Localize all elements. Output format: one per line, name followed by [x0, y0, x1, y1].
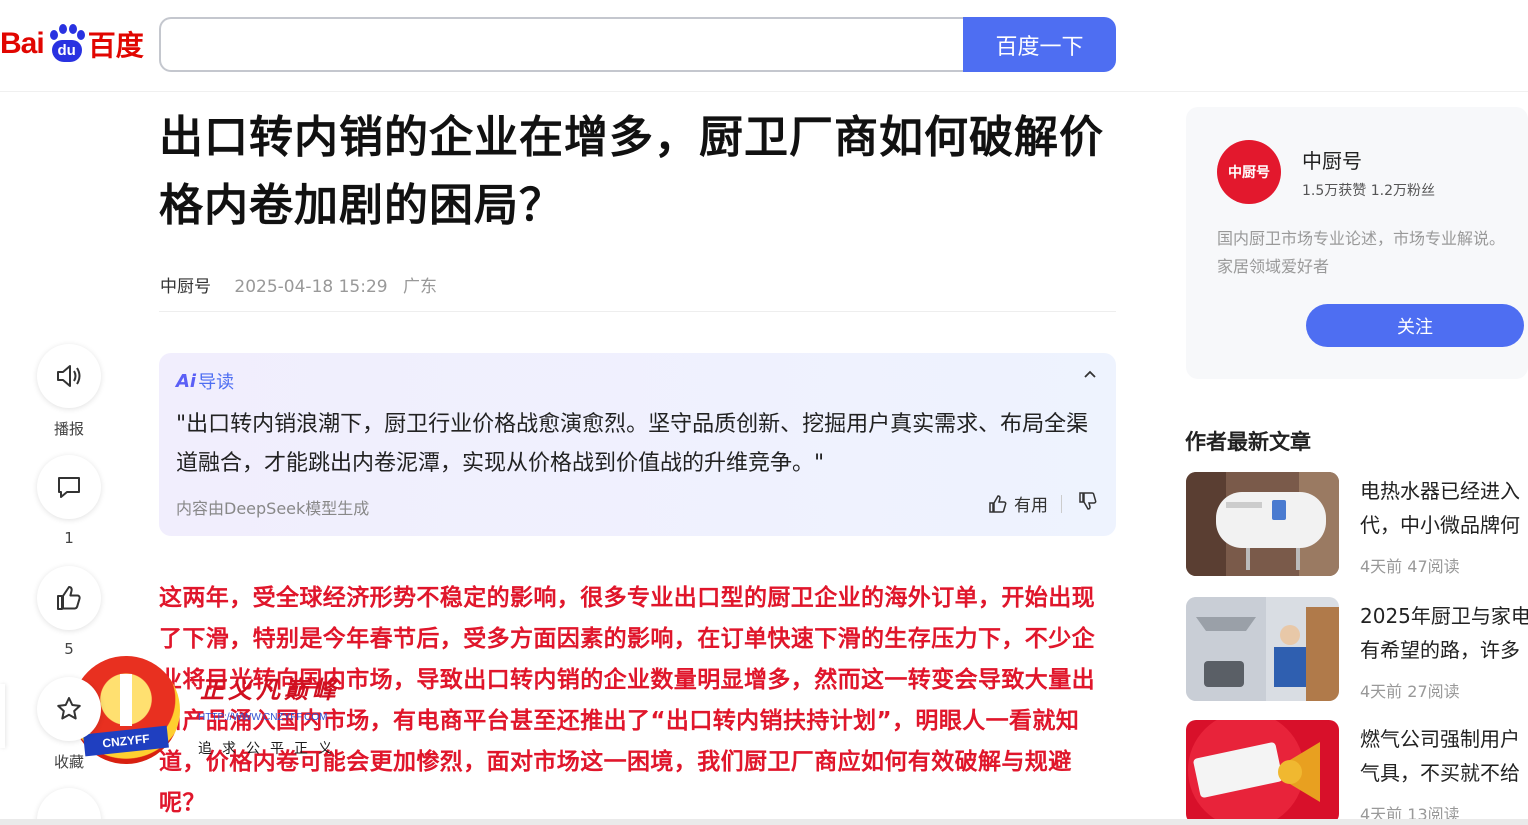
news-item[interactable]: 电热水器已经进入 代，中小微品牌何 4天前 47阅读 — [1186, 472, 1528, 576]
comment-icon[interactable] — [37, 455, 101, 519]
ai-summary-box: Ai 导读 "出口转内销浪潮下，厨卫行业价格战愈演愈烈。坚守品质创新、挖掘用户真… — [159, 353, 1116, 536]
author-desc-line1: 国内厨卫市场专业论述，市场专业解说。 — [1217, 229, 1506, 248]
latest-articles-title: 作者最新文章 — [1185, 430, 1311, 454]
side-panel-tab[interactable] — [0, 684, 5, 748]
broadcast-label: 播报 — [53, 420, 84, 438]
news-title-line1: 电热水器已经进入 — [1360, 479, 1520, 503]
news-title-line1: 燃气公司强制用户 — [1360, 727, 1520, 751]
news-title[interactable]: 燃气公司强制用户 气具，不买就不给 — [1360, 722, 1528, 790]
chevron-up-icon[interactable] — [1082, 367, 1098, 388]
like-action[interactable]: 5 — [36, 566, 102, 658]
news-title-line2: 代，中小微品牌何 — [1360, 513, 1520, 537]
search-input[interactable] — [161, 19, 965, 70]
thumbs-down-icon[interactable] — [1078, 491, 1098, 516]
like-count: 5 — [64, 640, 74, 658]
ai-badge-icon: Ai — [176, 370, 197, 392]
author-card: 中厨号 中厨号 1.5万获赞 1.2万粉丝 国内厨卫市场专业论述，市场专业解说。… — [1186, 107, 1528, 379]
article-body: 这两年，受全球经济形势不稳定的影响，很多专业出口型的厨卫企业的海外订单，开始出现… — [159, 585, 1095, 816]
logo-text-du: du — [51, 40, 82, 62]
search-button[interactable]: 百度一下 — [963, 17, 1116, 72]
author-avatar[interactable]: 中厨号 — [1217, 140, 1281, 204]
author-name[interactable]: 中厨号 — [1302, 145, 1362, 174]
article-location: 广东 — [403, 277, 438, 297]
article-meta: 中厨号 2025-04-18 15:29 广东 — [160, 272, 437, 297]
news-title-line1: 2025年厨卫与家电 — [1360, 604, 1528, 628]
search-box[interactable] — [159, 17, 965, 72]
news-title[interactable]: 2025年厨卫与家电 有希望的路，许多 — [1360, 599, 1528, 667]
thumbs-up-icon[interactable] — [37, 566, 101, 630]
news-title-line2: 有希望的路，许多 — [1360, 638, 1520, 662]
comment-action[interactable]: 1 — [36, 455, 102, 547]
separator — [1061, 495, 1062, 513]
broadcast-action[interactable]: 播报 — [36, 344, 102, 439]
news-thumbnail[interactable] — [1186, 472, 1339, 576]
ai-summary-label: 导读 — [198, 372, 235, 393]
follow-button[interactable]: 关注 — [1306, 304, 1524, 347]
article-datetime: 2025-04-18 15:29 — [234, 277, 388, 297]
author-description: 国内厨卫市场专业论述，市场专业解说。 家居领域爱好者 — [1217, 225, 1528, 281]
baidu-logo[interactable]: Bai du 百度 — [0, 20, 144, 68]
news-item[interactable]: 2025年厨卫与家电 有希望的路，许多 4天前 27阅读 — [1186, 597, 1528, 701]
useful-button[interactable]: 有用 — [988, 491, 1048, 516]
favorite-action[interactable]: 收藏 — [36, 677, 102, 772]
seal-pillar — [120, 674, 132, 726]
favorite-label: 收藏 — [53, 753, 84, 771]
top-header: Bai du 百度 百度一下 — [0, 0, 1528, 92]
author-stats: 1.5万获赞 1.2万粉丝 — [1302, 183, 1435, 199]
paw-icon: du — [46, 24, 86, 64]
news-title-line2: 气具，不买就不给 — [1360, 761, 1520, 785]
speaker-icon[interactable] — [37, 344, 101, 408]
useful-label: 有用 — [1014, 496, 1048, 516]
author-desc-line2: 家居领域爱好者 — [1217, 257, 1330, 276]
article-title: 出口转内销的企业在增多，厨卫厂商如何破解价格内卷加剧的困局？ — [159, 112, 1104, 231]
news-meta: 4天前 27阅读 — [1360, 682, 1460, 701]
divider — [159, 311, 1116, 312]
logo-text-cn: 百度 — [87, 29, 144, 62]
news-title[interactable]: 电热水器已经进入 代，中小微品牌何 — [1360, 474, 1528, 542]
logo-text-bai: Bai — [0, 27, 45, 60]
star-icon[interactable] — [37, 677, 101, 741]
thumbs-up-icon — [989, 494, 1007, 513]
horizontal-scrollbar[interactable] — [0, 819, 1528, 825]
ai-summary-header: Ai 导读 — [176, 368, 234, 394]
ai-summary-text: "出口转内销浪潮下，厨卫行业价格战愈演愈烈。坚守品质创新、挖掘用户真实需求、布局… — [176, 412, 1089, 476]
news-thumbnail[interactable] — [1186, 720, 1339, 824]
news-item[interactable]: 燃气公司强制用户 气具，不买就不给 4天前 13阅读 — [1186, 720, 1528, 824]
article-author[interactable]: 中厨号 — [160, 277, 211, 297]
ai-summary-source: 内容由DeepSeek模型生成 — [176, 499, 370, 518]
news-thumbnail[interactable] — [1186, 597, 1339, 701]
comment-count: 1 — [64, 529, 74, 547]
news-meta: 4天前 47阅读 — [1360, 557, 1460, 576]
